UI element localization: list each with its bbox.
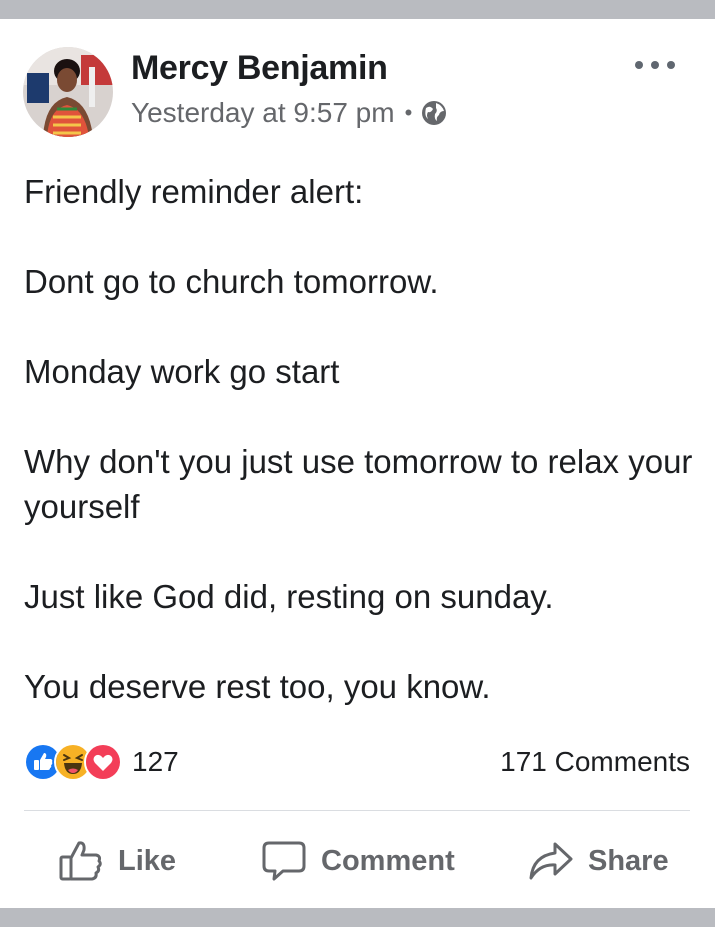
thumbs-up-icon [59, 841, 102, 881]
post-timestamp[interactable]: Yesterday at 9:57 pm [131, 97, 395, 129]
like-button[interactable]: Like [58, 831, 176, 891]
globe-icon[interactable] [420, 99, 448, 127]
comment-label: Comment [321, 844, 455, 877]
post-text-line: Friendly reminder alert: [24, 173, 364, 210]
reactions-summary[interactable]: 127 [24, 743, 179, 781]
divider [24, 810, 690, 811]
reaction-count: 127 [132, 746, 179, 777]
post-text-line: Dont go to church tomorrow. [24, 263, 439, 300]
comment-icon [262, 841, 306, 881]
share-arrow-icon [529, 842, 573, 880]
post-meta: Yesterday at 9:57 pm • [131, 97, 448, 129]
post-card: Mercy Benjamin Yesterday at 9:57 pm • Fr… [0, 19, 715, 908]
post-text-line: Monday work go start [24, 353, 340, 390]
share-button[interactable]: Share [528, 831, 669, 891]
post-text-line: Why don't you just use tomorrow to relax… [24, 443, 693, 525]
avatar[interactable] [23, 47, 113, 137]
author-name[interactable]: Mercy Benjamin [131, 49, 388, 88]
meta-separator: • [404, 100, 413, 125]
post-stats: 127 171 Comments [24, 737, 690, 787]
post-text-line: Just like God did, resting on sunday. [24, 578, 554, 615]
comments-count[interactable]: 171 Comments [500, 746, 690, 778]
profile-photo [23, 47, 113, 137]
like-label: Like [118, 844, 177, 877]
post-body: Friendly reminder alert: Dont go to chur… [24, 169, 694, 709]
post-text-line: You deserve rest too, you know. [24, 668, 491, 705]
love-reaction-icon [84, 743, 122, 781]
more-options-icon[interactable] [635, 55, 675, 75]
comment-button[interactable]: Comment [261, 831, 455, 891]
action-bar: Like Comment Share [0, 831, 715, 891]
share-label: Share [588, 844, 669, 877]
